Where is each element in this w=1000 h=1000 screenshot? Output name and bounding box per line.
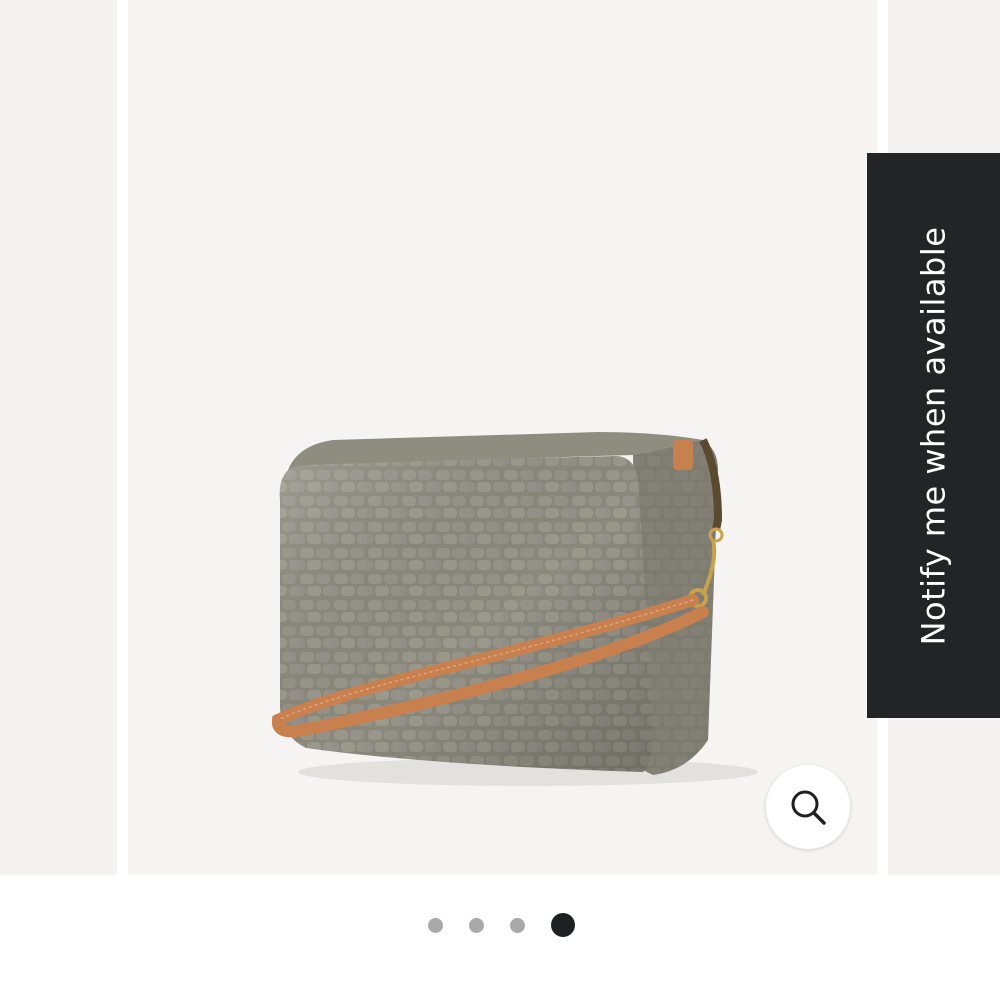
search-icon	[791, 790, 826, 825]
previous-slide-preview[interactable]	[0, 0, 117, 875]
carousel-dot-2[interactable]	[469, 918, 484, 933]
zoom-button[interactable]	[766, 765, 850, 849]
product-image-slide[interactable]	[128, 0, 877, 875]
notify-me-label: Notify me when available	[914, 226, 953, 645]
carousel-dot-1[interactable]	[428, 918, 443, 933]
carousel-dot-4-active[interactable]	[551, 913, 575, 937]
product-image	[271, 432, 758, 786]
carousel-dot-3[interactable]	[510, 918, 525, 933]
notify-me-button[interactable]: Notify me when available	[867, 153, 1000, 718]
carousel-pagination	[0, 905, 1000, 945]
